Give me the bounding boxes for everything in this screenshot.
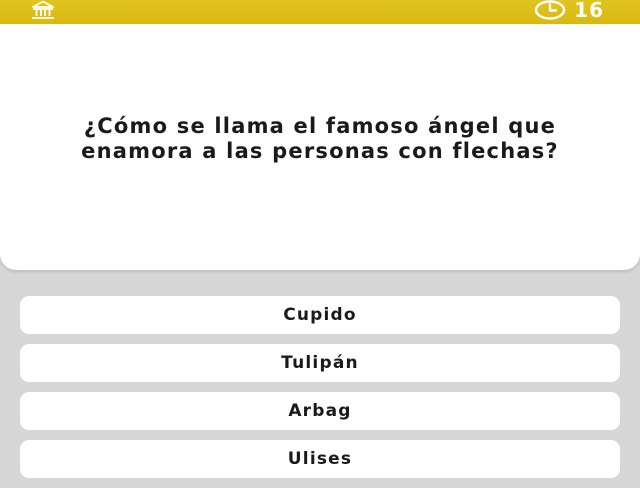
top-bar: 16 (0, 0, 640, 24)
answer-option-3[interactable]: Arbag (20, 392, 620, 430)
timer-value: 16 (574, 0, 604, 22)
question-card: ¿Cómo se llama el famoso ángel que enamo… (0, 24, 640, 270)
answer-list: Cupido Tulipán Arbag Ulises (20, 296, 620, 488)
answer-option-2[interactable]: Tulipán (20, 344, 620, 382)
home-building-icon[interactable] (30, 0, 56, 20)
answer-option-4[interactable]: Ulises (20, 440, 620, 478)
answer-option-1[interactable]: Cupido (20, 296, 620, 334)
clock-icon (534, 0, 566, 20)
timer: 16 (534, 0, 604, 22)
question-text: ¿Cómo se llama el famoso ángel que enamo… (81, 114, 559, 163)
